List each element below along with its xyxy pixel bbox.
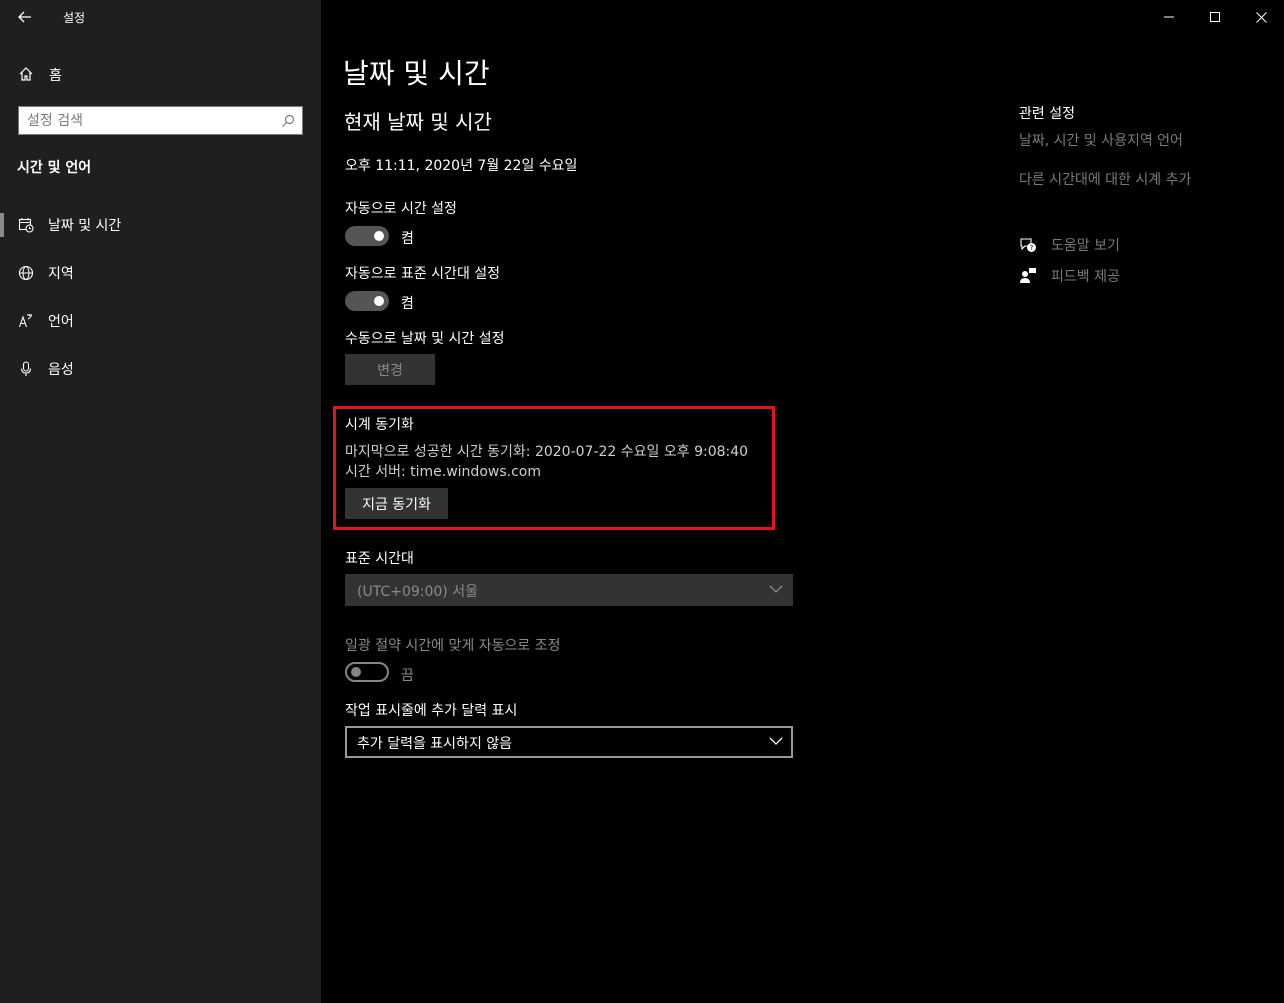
home-icon [19, 67, 33, 81]
page-title: 날짜 및 시간 [343, 57, 490, 90]
search-box[interactable] [18, 106, 303, 135]
feedback-link[interactable]: 피드백 제공 [1019, 265, 1219, 287]
section-heading: 시간 및 언어 [17, 160, 92, 176]
help-chat-icon: ? [1020, 238, 1036, 252]
calendar-select[interactable]: 추가 달력을 표시하지 않음 [345, 726, 793, 758]
auto-timezone-state: 켬 [401, 296, 414, 312]
arrow-left-icon [18, 11, 31, 23]
sidebar-item-label: 언어 [48, 314, 74, 330]
microphone-icon [20, 361, 32, 376]
close-button[interactable] [1238, 0, 1284, 34]
auto-time-state: 켬 [401, 231, 414, 247]
calendar-label: 작업 표시줄에 추가 달력 표시 [345, 703, 518, 719]
get-help-label: 도움말 보기 [1051, 238, 1120, 254]
sync-title: 시계 동기화 [345, 417, 414, 433]
minimize-button[interactable] [1146, 0, 1192, 34]
timezone-select[interactable]: (UTC+09:00) 서울 [345, 574, 793, 606]
search-icon[interactable] [281, 114, 295, 128]
related-link-region-language[interactable]: 날짜, 시간 및 사용지역 언어 [1019, 130, 1183, 150]
globe-icon [18, 265, 34, 281]
related-link-add-clocks[interactable]: 다른 시간대에 대한 시계 추가 [1019, 169, 1191, 189]
svg-text:?: ? [1030, 244, 1034, 252]
back-button[interactable] [10, 4, 40, 30]
calendar-value: 추가 달력을 표시하지 않음 [357, 736, 513, 752]
section-subtitle: 현재 날짜 및 시간 [344, 110, 492, 134]
related-settings-title: 관련 설정 [1019, 106, 1075, 122]
sidebar-item-label: 지역 [48, 266, 74, 282]
auto-time-toggle[interactable] [345, 226, 389, 246]
current-datetime: 오후 11:11, 2020년 7월 22일 수요일 [345, 158, 578, 174]
timezone-value: (UTC+09:00) 서울 [357, 584, 478, 600]
sidebar: 설정 홈 시간 및 언어 날짜 및 시간 지역 [0, 0, 321, 1003]
timezone-label: 표준 시간대 [345, 551, 414, 567]
auto-timezone-toggle[interactable] [345, 291, 389, 311]
chevron-down-icon [769, 737, 783, 745]
last-sync-text: 마지막으로 성공한 시간 동기화: 2020-07-22 수요일 오후 9:08… [345, 444, 749, 460]
toggle-knob [374, 296, 384, 306]
maximize-icon [1210, 12, 1220, 22]
sidebar-item-label: 날짜 및 시간 [48, 218, 122, 234]
app-title: 설정 [63, 11, 86, 25]
selection-indicator [0, 213, 4, 237]
sync-now-button[interactable]: 지금 동기화 [345, 488, 448, 519]
manual-set-label: 수동으로 날짜 및 시간 설정 [345, 331, 505, 347]
sidebar-item-home[interactable]: 홈 [0, 60, 321, 88]
sidebar-item-language[interactable]: 언어 [0, 303, 321, 339]
maximize-button[interactable] [1192, 0, 1238, 34]
toggle-knob [351, 667, 361, 677]
time-server-text: 시간 서버: time.windows.com [345, 464, 541, 480]
sidebar-item-label: 홈 [49, 68, 62, 84]
language-icon [18, 314, 32, 328]
sidebar-item-label: 음성 [48, 362, 74, 378]
auto-time-label: 자동으로 시간 설정 [345, 201, 457, 217]
calendar-clock-icon [18, 218, 34, 233]
sidebar-item-speech[interactable]: 음성 [0, 351, 321, 387]
dst-label: 일광 절약 시간에 맞게 자동으로 조정 [345, 638, 561, 654]
close-icon [1255, 11, 1267, 23]
feedback-icon [1020, 268, 1036, 283]
toggle-knob [374, 231, 384, 241]
sidebar-item-region[interactable]: 지역 [0, 255, 321, 291]
feedback-label: 피드백 제공 [1051, 269, 1120, 285]
sidebar-item-date-time[interactable]: 날짜 및 시간 [0, 207, 321, 243]
minimize-icon [1164, 16, 1174, 18]
dst-toggle[interactable] [345, 662, 389, 682]
search-input[interactable] [27, 111, 272, 131]
get-help-link[interactable]: ? 도움말 보기 [1019, 234, 1219, 256]
chevron-down-icon [769, 585, 783, 593]
auto-timezone-label: 자동으로 표준 시간대 설정 [345, 266, 501, 282]
change-button[interactable]: 변경 [345, 354, 435, 385]
dst-state: 끔 [401, 668, 414, 684]
